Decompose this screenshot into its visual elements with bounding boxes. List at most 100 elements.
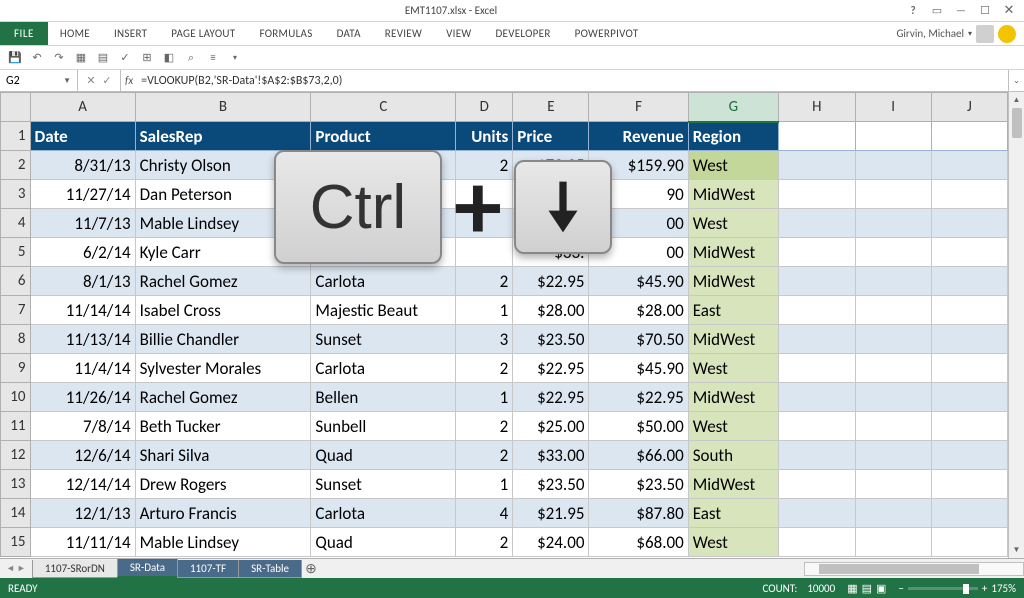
cell[interactable] bbox=[778, 151, 855, 180]
region-cell[interactable]: West bbox=[688, 151, 778, 180]
column-header[interactable]: F bbox=[589, 93, 688, 122]
cell[interactable] bbox=[855, 267, 931, 296]
ribbon-display-icon[interactable]: ▭ bbox=[926, 3, 948, 19]
cell[interactable] bbox=[778, 441, 855, 470]
cell[interactable]: Quad bbox=[311, 441, 456, 470]
cell[interactable] bbox=[855, 238, 931, 267]
row-header[interactable]: 3 bbox=[1, 180, 31, 209]
cell[interactable]: 11/26/14 bbox=[30, 383, 135, 412]
cell[interactable]: Drew Rogers bbox=[135, 470, 311, 499]
cell[interactable]: 12/14/14 bbox=[30, 470, 135, 499]
cell[interactable]: $22.95 bbox=[513, 383, 589, 412]
region-cell[interactable]: West bbox=[688, 412, 778, 441]
cell[interactable] bbox=[778, 122, 855, 151]
cancel-icon[interactable]: ✕ bbox=[84, 74, 98, 87]
cell[interactable] bbox=[931, 412, 1007, 441]
cell[interactable] bbox=[931, 151, 1007, 180]
row-header[interactable]: 8 bbox=[1, 325, 31, 354]
region-cell[interactable]: West bbox=[688, 354, 778, 383]
name-box[interactable]: G2 ▼ bbox=[0, 70, 78, 91]
cell[interactable] bbox=[931, 325, 1007, 354]
row-header[interactable]: 2 bbox=[1, 151, 31, 180]
cell[interactable]: 1 bbox=[456, 383, 513, 412]
header-units[interactable]: Units bbox=[456, 122, 513, 151]
row-header[interactable]: 15 bbox=[1, 528, 31, 557]
row-header[interactable]: 10 bbox=[1, 383, 31, 412]
chevron-down-icon[interactable]: ▼ bbox=[63, 76, 71, 86]
column-header[interactable]: H bbox=[778, 93, 855, 122]
cell[interactable]: 1 bbox=[456, 296, 513, 325]
redo-icon[interactable]: ↷ bbox=[50, 49, 68, 67]
cell[interactable]: $45.90 bbox=[589, 354, 688, 383]
formula-input[interactable]: =VLOOKUP(B2,'SR-Data'!$A$2:$B$73,2,0) bbox=[137, 70, 1008, 91]
row-header[interactable]: 4 bbox=[1, 209, 31, 238]
cell[interactable]: Beth Tucker bbox=[135, 412, 311, 441]
column-header[interactable]: E bbox=[513, 93, 589, 122]
horizontal-scrollbar[interactable] bbox=[804, 562, 1024, 576]
cell[interactable] bbox=[855, 383, 931, 412]
cell[interactable]: 11/11/14 bbox=[30, 528, 135, 557]
cell[interactable]: 8/1/13 bbox=[30, 267, 135, 296]
cell[interactable]: 6/2/14 bbox=[30, 238, 135, 267]
select-all-corner[interactable] bbox=[1, 93, 31, 122]
scroll-thumb[interactable] bbox=[1012, 108, 1022, 138]
cell[interactable] bbox=[778, 267, 855, 296]
cell[interactable]: 2 bbox=[456, 412, 513, 441]
cell[interactable]: 4 bbox=[456, 499, 513, 528]
cell[interactable] bbox=[855, 122, 931, 151]
qat-more-icon[interactable]: ▾ bbox=[226, 49, 244, 67]
cell[interactable]: Mable Lindsey bbox=[135, 528, 311, 557]
cell[interactable] bbox=[778, 470, 855, 499]
enter-icon[interactable]: ✓ bbox=[100, 74, 114, 87]
cell[interactable]: Billie Chandler bbox=[135, 325, 311, 354]
sheet-nav[interactable]: ◄► bbox=[0, 563, 32, 574]
cell[interactable] bbox=[778, 354, 855, 383]
row-header[interactable]: 5 bbox=[1, 238, 31, 267]
column-header[interactable]: A bbox=[30, 93, 135, 122]
view-buttons[interactable]: ▦▤▣ bbox=[845, 582, 888, 595]
cell[interactable]: 3 bbox=[456, 325, 513, 354]
cell[interactable]: Carlota bbox=[311, 354, 456, 383]
close-icon[interactable]: ✕ bbox=[998, 3, 1020, 19]
cell[interactable] bbox=[931, 499, 1007, 528]
cell[interactable]: 11/4/14 bbox=[30, 354, 135, 383]
scroll-down-icon[interactable]: ▼ bbox=[1009, 542, 1024, 558]
cell[interactable]: 2 bbox=[456, 441, 513, 470]
fx-icon[interactable]: fx bbox=[121, 70, 137, 91]
row-header[interactable]: 9 bbox=[1, 354, 31, 383]
row-header[interactable]: 7 bbox=[1, 296, 31, 325]
cell[interactable] bbox=[855, 528, 931, 557]
cell[interactable]: $22.95 bbox=[513, 354, 589, 383]
qat-icon[interactable]: ▦ bbox=[72, 49, 90, 67]
cell[interactable]: 8/31/13 bbox=[30, 151, 135, 180]
ribbon-tab-home[interactable]: HOME bbox=[48, 22, 102, 45]
ribbon-tab-review[interactable]: REVIEW bbox=[373, 22, 434, 45]
cell[interactable]: Rachel Gomez bbox=[135, 383, 311, 412]
cell[interactable]: Carlota bbox=[311, 499, 456, 528]
cell[interactable] bbox=[855, 412, 931, 441]
maximize-icon[interactable]: ☐ bbox=[974, 3, 996, 19]
cell[interactable]: $21.95 bbox=[513, 499, 589, 528]
region-cell[interactable]: MidWest bbox=[688, 325, 778, 354]
cell[interactable] bbox=[778, 499, 855, 528]
add-sheet-icon[interactable]: ⊕ bbox=[301, 560, 321, 577]
cell[interactable] bbox=[931, 267, 1007, 296]
feedback-smiley-icon[interactable] bbox=[998, 25, 1016, 43]
row-header[interactable]: 14 bbox=[1, 499, 31, 528]
region-cell[interactable]: West bbox=[688, 209, 778, 238]
account-user[interactable]: Girvin, Michael ▾ bbox=[888, 25, 1024, 43]
row-header[interactable]: 11 bbox=[1, 412, 31, 441]
undo-icon[interactable]: ↶ bbox=[28, 49, 46, 67]
cell[interactable] bbox=[778, 325, 855, 354]
cell[interactable]: 7/8/14 bbox=[30, 412, 135, 441]
cell[interactable]: 1 bbox=[456, 470, 513, 499]
header-product[interactable]: Product bbox=[311, 122, 456, 151]
row-header[interactable]: 1 bbox=[1, 122, 31, 151]
cell[interactable]: $45.90 bbox=[589, 267, 688, 296]
cell[interactable] bbox=[931, 296, 1007, 325]
zoom-slider[interactable] bbox=[908, 587, 978, 590]
column-header[interactable]: G bbox=[688, 93, 778, 122]
qat-icon[interactable]: ⌕ bbox=[182, 49, 200, 67]
cell[interactable]: Sunbell bbox=[311, 412, 456, 441]
cell[interactable]: 11/14/14 bbox=[30, 296, 135, 325]
